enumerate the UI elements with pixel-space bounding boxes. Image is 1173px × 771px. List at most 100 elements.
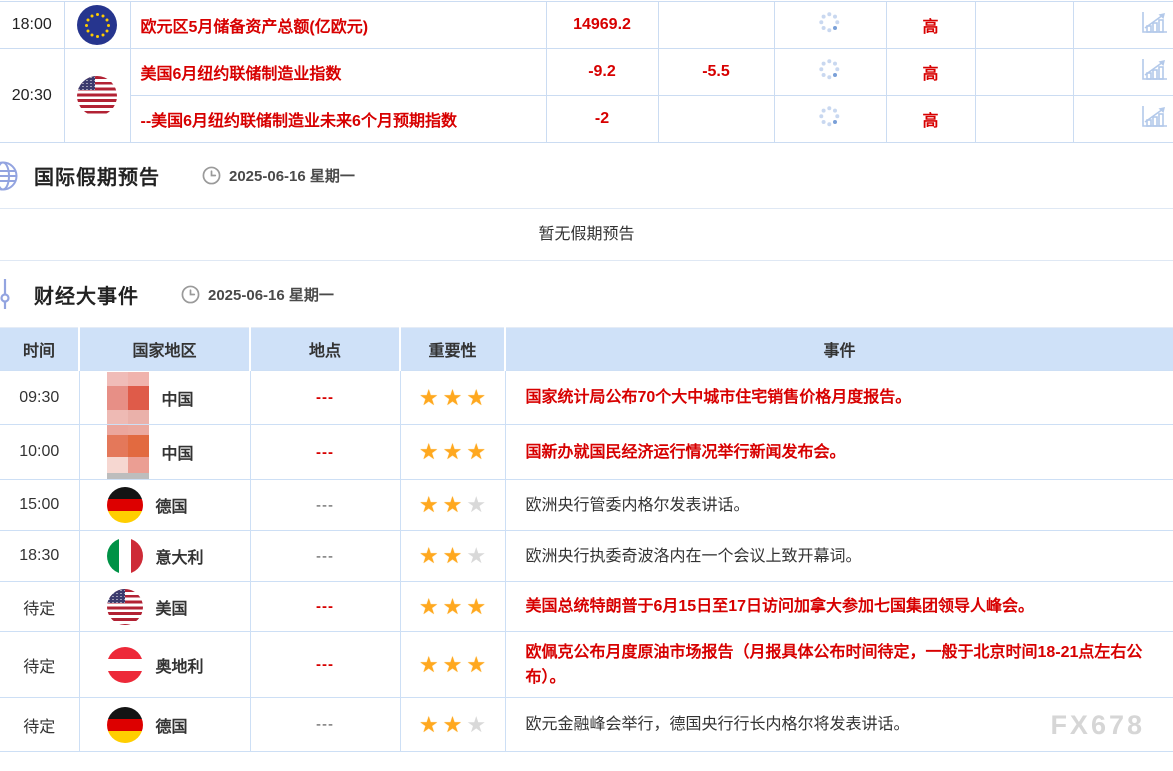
event-time: 18:30: [0, 531, 79, 582]
event-location: ---: [250, 698, 400, 752]
empty-cell: [975, 2, 1073, 49]
col-header-location: 地点: [250, 328, 400, 371]
event-row: 待定 奥地利 --- ★★★ 欧佩克公布月度原油市场报告（月报具体公布时间待定，…: [0, 632, 1173, 698]
indicator-name-link[interactable]: --美国6月纽约联储制造业未来6个月预期指数: [130, 96, 546, 143]
history-chart-icon[interactable]: [1140, 105, 1168, 129]
importance-stars: ★★★: [400, 371, 505, 425]
eu-flag-icon: [77, 5, 117, 45]
history-chart-icon[interactable]: [1140, 11, 1168, 35]
importance-badge: 高: [886, 96, 975, 143]
country-cell: 奥地利: [79, 632, 250, 698]
country-cell: 德国: [79, 480, 250, 531]
event-time: 09:30: [0, 371, 79, 425]
country-cell: 意大利: [79, 531, 250, 582]
event-time: 待定: [0, 582, 79, 632]
loading-cell: [774, 96, 886, 143]
forecast-value: -5.5: [658, 49, 774, 96]
event-location: ---: [250, 425, 400, 480]
country-cell: 中国: [79, 371, 250, 425]
empty-cell: [975, 49, 1073, 96]
austria-flag-icon: [107, 647, 143, 683]
event-row: 10:00 中国 --- ★★★ 国新办就国民经济运行情况举行新闻发布会。: [0, 425, 1173, 480]
loading-spinner-icon: [819, 12, 841, 34]
loading-cell: [774, 2, 886, 49]
globe-icon: [0, 160, 19, 192]
event-row: 15:00 德国 --- ★★★ 欧洲央行管委内格尔发表讲话。: [0, 480, 1173, 531]
germany-flag-icon: [107, 707, 143, 743]
event-time: 待定: [0, 632, 79, 698]
no-holiday-message: 暂无假期预告: [0, 209, 1173, 261]
empty-cell: [975, 96, 1073, 143]
us-flag-icon: [107, 589, 143, 625]
event-time: 待定: [0, 698, 79, 752]
importance-stars: ★★★: [400, 531, 505, 582]
event-location: ---: [250, 582, 400, 632]
holiday-section-title: 国际假期预告: [34, 161, 160, 190]
econ-row: 20:30 美国6月纽约联储制造业指数 -9.2 -5.5 高: [0, 49, 1173, 96]
country-flag-cell: [64, 49, 130, 143]
country-name: 德国: [156, 713, 188, 737]
importance-stars: ★★★: [400, 632, 505, 698]
col-header-importance: 重要性: [400, 328, 505, 371]
event-time: 20:30: [0, 49, 64, 143]
col-header-event: 事件: [505, 328, 1173, 371]
fx678-watermark: FX678: [1050, 710, 1145, 741]
country-cell: 美国: [79, 582, 250, 632]
country-cell: 德国: [79, 698, 250, 752]
chart-cell: [1073, 96, 1173, 143]
event-row: 待定 德国 --- ★★★ 欧元金融峰会举行，德国央行行长内格尔将发表讲话。: [0, 698, 1173, 752]
china-flag-censored-icon: [107, 372, 149, 424]
event-description: 美国总统特朗普于6月15日至17日访问加拿大参加七国集团领导人峰会。: [505, 582, 1173, 632]
event-time: 10:00: [0, 425, 79, 480]
importance-stars: ★★★: [400, 425, 505, 480]
chart-cell: [1073, 49, 1173, 96]
col-header-time: 时间: [0, 328, 79, 371]
economic-data-table: 18:00 欧元区5月储备资产总额(亿欧元) 14969.2 高: [0, 1, 1173, 143]
indicator-name-link[interactable]: 欧元区5月储备资产总额(亿欧元): [130, 2, 546, 49]
econ-row: --美国6月纽约联储制造业未来6个月预期指数 -2 高: [0, 96, 1173, 143]
forecast-value: [658, 2, 774, 49]
china-flag-censored-icon: [107, 425, 149, 479]
history-chart-icon[interactable]: [1140, 58, 1168, 82]
forecast-value: [658, 96, 774, 143]
event-row: 待定 美国 --- ★★★ 美国总统特朗普于6月15日至17日访问加拿大参加七国…: [0, 582, 1173, 632]
big-events-table: 时间 国家地区 地点 重要性 事件 09:30 中国 --- ★★★ 国家统计局…: [0, 327, 1173, 752]
event-row: 18:30 意大利 --- ★★★ 欧洲央行执委奇波洛内在一个会议上致开幕词。: [0, 531, 1173, 582]
economic-calendar-page: 18:00 欧元区5月储备资产总额(亿欧元) 14969.2 高: [0, 0, 1173, 771]
events-table-header: 时间 国家地区 地点 重要性 事件: [0, 328, 1173, 371]
event-description: 国新办就国民经济运行情况举行新闻发布会。: [505, 425, 1173, 480]
event-description: 欧佩克公布月度原油市场报告（月报具体公布时间待定，一般于北京时间18-21点左右…: [505, 632, 1173, 698]
event-location: ---: [250, 371, 400, 425]
col-header-country: 国家地区: [79, 328, 250, 371]
germany-flag-icon: [107, 487, 143, 523]
event-location: ---: [250, 480, 400, 531]
holiday-date: 2025-06-16 星期一: [202, 165, 355, 186]
actual-value: 14969.2: [546, 2, 658, 49]
country-name: 中国: [162, 440, 194, 464]
loading-spinner-icon: [819, 59, 841, 81]
importance-badge: 高: [886, 2, 975, 49]
importance-stars: ★★★: [400, 480, 505, 531]
clock-icon: [181, 285, 200, 304]
events-section-title: 财经大事件: [34, 280, 139, 309]
events-date: 2025-06-16 星期一: [181, 284, 334, 305]
actual-value: -2: [546, 96, 658, 143]
country-name: 德国: [156, 493, 188, 517]
country-name: 中国: [162, 386, 194, 410]
finance-sliders-icon: [0, 277, 19, 311]
country-flag-cell: [64, 2, 130, 49]
loading-cell: [774, 49, 886, 96]
country-name: 美国: [156, 595, 188, 619]
event-time: 15:00: [0, 480, 79, 531]
event-row: 09:30 中国 --- ★★★ 国家统计局公布70个大中城市住宅销售价格月度报…: [0, 371, 1173, 425]
event-location: ---: [250, 632, 400, 698]
country-name: 意大利: [156, 544, 204, 568]
us-flag-icon: [77, 76, 117, 116]
events-section-header: 财经大事件 2025-06-16 星期一: [0, 261, 1173, 327]
event-description: 国家统计局公布70个大中城市住宅销售价格月度报告。: [505, 371, 1173, 425]
country-name: 奥地利: [156, 653, 204, 677]
indicator-name-link[interactable]: 美国6月纽约联储制造业指数: [130, 49, 546, 96]
econ-row: 18:00 欧元区5月储备资产总额(亿欧元) 14969.2 高: [0, 2, 1173, 49]
actual-value: -9.2: [546, 49, 658, 96]
event-description: 欧洲央行管委内格尔发表讲话。: [505, 480, 1173, 531]
